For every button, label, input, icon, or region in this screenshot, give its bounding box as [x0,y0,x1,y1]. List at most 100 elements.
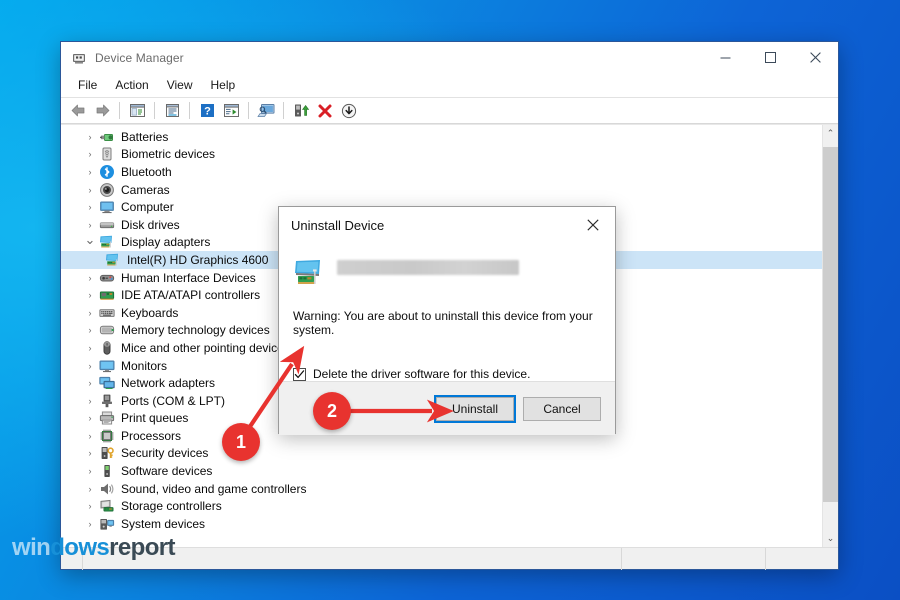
tree-item[interactable]: › Storage controllers [61,497,822,515]
tree-item-label: Security devices [121,447,208,459]
delete-driver-checkbox[interactable] [293,368,306,381]
back-button[interactable] [67,100,89,122]
speaker-icon [99,481,115,497]
chevron-right-icon[interactable]: › [83,288,97,302]
chevron-right-icon[interactable]: › [83,306,97,320]
scroll-track[interactable] [823,142,838,530]
chevron-right-icon[interactable]: › [83,429,97,443]
chevron-down-icon[interactable]: ⌄ [83,233,97,247]
statusbar-grip-cell [61,548,83,570]
tree-item[interactable]: ›Cameras [61,181,822,199]
dialog-titlebar[interactable]: Uninstall Device [279,207,615,243]
bluetooth-icon [99,164,115,180]
chevron-right-icon[interactable]: › [83,341,97,355]
tree-vertical-scrollbar[interactable]: ⌃ ⌄ [822,125,838,547]
chevron-right-icon[interactable]: › [83,359,97,373]
tree-item[interactable]: › Security devices [61,445,822,463]
network-adapter-icon [99,375,115,391]
scroll-thumb[interactable] [823,147,838,502]
software-device-icon [99,463,115,479]
update-driver-icon [293,103,310,119]
cancel-button[interactable]: Cancel [523,397,601,421]
tree-item[interactable]: › System devices [61,515,822,533]
network-adapter-icon [99,375,115,391]
tree-item-label: IDE ATA/ATAPI controllers [121,289,260,301]
chevron-right-icon[interactable]: › [83,411,97,425]
delete-driver-checkbox-label: Delete the driver software for this devi… [313,367,530,381]
chevron-right-icon[interactable]: › [83,130,97,144]
show-hide-action-pane-button[interactable] [220,100,242,122]
show-hide-console-tree-button[interactable] [126,100,148,122]
printer-icon [99,410,115,426]
chevron-right-icon[interactable]: › [83,271,97,285]
tree-item-label: Biometric devices [121,148,215,160]
tree-item-label: Print queues [121,412,188,424]
scroll-down-button[interactable]: ⌄ [823,530,838,547]
chevron-right-icon[interactable]: › [83,482,97,496]
display-adapter-icon [99,234,115,250]
mouse-icon [99,340,115,356]
update-driver-button[interactable] [290,100,312,122]
chevron-right-icon[interactable]: › [83,464,97,478]
processor-icon [99,428,115,444]
tree-item-label: Batteries [121,131,168,143]
keyboard-icon [99,305,115,321]
tree-item-label: Intel(R) HD Graphics 4600 [127,254,268,266]
chevron-right-icon[interactable]: › [83,200,97,214]
tree-item-label: Memory technology devices [121,324,270,336]
security-device-icon [99,445,115,461]
checkmark-icon [294,369,305,380]
maximize-button[interactable] [748,42,793,73]
help-button[interactable]: ? [196,100,218,122]
scroll-up-button[interactable]: ⌃ [823,125,838,142]
chevron-right-icon[interactable]: › [83,499,97,513]
chevron-right-icon[interactable]: › [83,394,97,408]
uninstall-device-button[interactable] [314,100,336,122]
chevron-right-icon[interactable]: › [83,323,97,337]
tree-item-label: Software devices [121,465,212,477]
menu-action[interactable]: Action [106,75,157,95]
window-titlebar[interactable]: Device Manager [61,42,838,73]
properties-icon [164,103,181,118]
system-device-icon [99,516,115,532]
disable-device-icon [341,103,357,119]
tree-item-label: Storage controllers [121,500,222,512]
show-hide-action-pane-icon [223,103,240,118]
scan-for-hardware-changes-button[interactable] [255,100,277,122]
tree-item[interactable]: ›Sound, video and game controllers [61,480,822,498]
disable-device-button[interactable] [338,100,360,122]
close-button[interactable] [793,42,838,73]
tree-item-label: System devices [121,518,205,530]
security-device-icon [99,445,115,461]
scan-for-hardware-changes-icon [257,103,276,119]
tree-item-label: Network adapters [121,377,215,389]
tree-item[interactable]: › Batteries [61,128,822,146]
delete-driver-checkbox-row[interactable]: Delete the driver software for this devi… [293,367,601,381]
tree-item[interactable]: › Biometric devices [61,146,822,164]
chevron-right-icon[interactable]: › [83,147,97,161]
tree-item[interactable]: › Bluetooth [61,163,822,181]
tree-item-label: Bluetooth [121,166,172,178]
menu-help[interactable]: Help [202,75,245,95]
menu-file[interactable]: File [69,75,106,95]
dialog-close-button[interactable] [572,208,614,242]
uninstall-button[interactable]: Uninstall [436,397,514,421]
menu-view[interactable]: View [158,75,202,95]
properties-button[interactable] [161,100,183,122]
chevron-right-icon[interactable]: › [83,517,97,531]
minimize-button[interactable] [703,42,748,73]
forward-icon [94,103,111,118]
chevron-right-icon[interactable]: › [83,183,97,197]
forward-button[interactable] [91,100,113,122]
port-icon [99,393,115,409]
memory-device-icon [99,322,115,338]
chevron-right-icon[interactable]: › [83,165,97,179]
chevron-right-icon[interactable]: › [83,376,97,390]
hid-icon [99,270,115,286]
tree-item[interactable]: › Software devices [61,462,822,480]
chevron-right-icon[interactable]: › [83,218,97,232]
camera-icon [99,182,115,198]
chevron-right-icon[interactable]: › [83,446,97,460]
dialog-title: Uninstall Device [291,218,572,233]
system-device-icon [99,516,115,532]
